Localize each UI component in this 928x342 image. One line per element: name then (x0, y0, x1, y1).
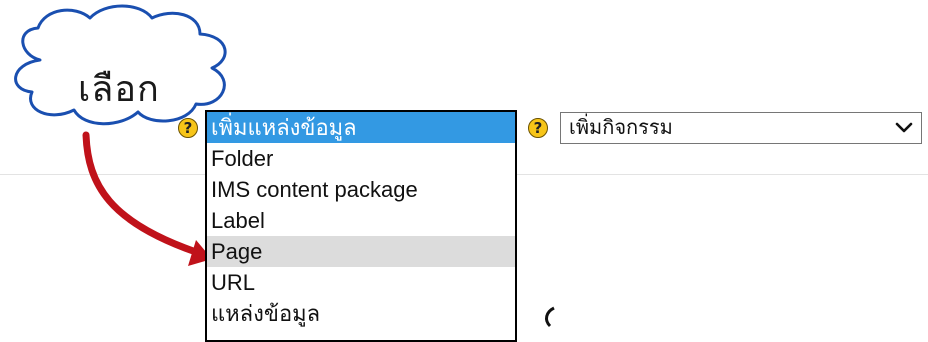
add-activity-value: เพิ่มกิจกรรม (569, 117, 673, 139)
option-folder[interactable]: Folder (207, 143, 515, 174)
help-icon[interactable]: ? (178, 118, 198, 138)
add-resource-dropdown[interactable]: เพิ่มแหล่งข้อมูล Folder IMS content pack… (205, 110, 517, 342)
option-ims-content-package[interactable]: IMS content package (207, 174, 515, 205)
stray-mark (545, 306, 555, 328)
option-label[interactable]: Label (207, 205, 515, 236)
option-url[interactable]: URL (207, 267, 515, 298)
option-resource[interactable]: แหล่งข้อมูล (207, 298, 515, 329)
add-activity-select[interactable]: เพิ่มกิจกรรม (560, 112, 922, 144)
option-page[interactable]: Page (207, 236, 515, 267)
help-icon[interactable]: ? (528, 118, 548, 138)
chevron-down-icon (895, 122, 913, 133)
option-add-resource[interactable]: เพิ่มแหล่งข้อมูล (207, 112, 515, 143)
